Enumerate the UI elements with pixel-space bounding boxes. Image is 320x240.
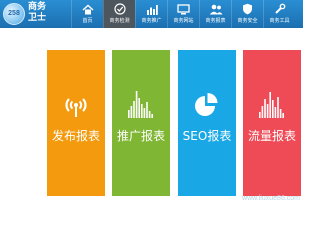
globe-check-icon: [104, 3, 135, 15]
brand-logo-icon: 258: [3, 3, 25, 25]
card-label: 流量报表: [247, 129, 296, 143]
seo-report-card[interactable]: SEO报表: [178, 50, 236, 196]
nav-label: 商务安全: [237, 18, 258, 24]
nav-item-business-report[interactable]: 商务报表: [199, 0, 231, 28]
nav-label: 商务检测: [109, 18, 130, 24]
pie-chart-icon: [178, 92, 236, 118]
brand-name: 商务 卫士: [28, 2, 56, 24]
card-label: SEO报表: [182, 129, 232, 143]
brand-name-line1: 商务: [28, 2, 47, 12]
nav-label: 商务报表: [205, 18, 226, 24]
nav-label: 首页: [82, 18, 93, 24]
card-label: 推广报表: [116, 129, 165, 143]
nav-item-business-security[interactable]: 商务安全: [231, 0, 263, 28]
bar-chart-icon: [112, 91, 170, 118]
brand[interactable]: 258 商务 卫士: [0, 0, 70, 28]
home-icon: [72, 3, 103, 15]
nav-item-business-check[interactable]: 商务检测: [103, 0, 135, 28]
shield-icon: [232, 3, 263, 15]
nav-item-business-website[interactable]: 商务网站: [167, 0, 199, 28]
monitor-icon: [168, 3, 199, 15]
nav-label: 商务网站: [173, 18, 194, 24]
bar-chart-icon: [243, 92, 301, 118]
nav-item-business-promotion[interactable]: 商务推广: [135, 0, 167, 28]
users-icon: [200, 3, 231, 15]
card-label: 发布报表: [51, 129, 100, 143]
brand-name-line2: 卫士: [28, 13, 47, 23]
traffic-report-card[interactable]: 流量报表: [243, 50, 301, 196]
watermark-text: www.liuxue86.com: [242, 195, 300, 202]
broadcast-icon: [47, 92, 105, 118]
nav-item-home[interactable]: 首页: [71, 0, 103, 28]
nav-label: 商务工具: [269, 18, 290, 24]
publish-report-card[interactable]: 发布报表: [47, 50, 105, 196]
promotion-report-card[interactable]: 推广报表: [112, 50, 170, 196]
bar-chart-icon: [136, 3, 167, 15]
nav-item-business-tools[interactable]: 商务工具: [263, 0, 295, 28]
nav-label: 商务推广: [141, 18, 162, 24]
tools-icon: [264, 3, 295, 15]
top-navigation-bar: 258 商务 卫士 首页 商务检测 商务推广 商务网站 商务报表 商务安全 商务…: [0, 0, 303, 28]
main-nav: 首页 商务检测 商务推广 商务网站 商务报表 商务安全 商务工具: [71, 0, 295, 28]
brand-logo-text: 258: [8, 10, 20, 17]
